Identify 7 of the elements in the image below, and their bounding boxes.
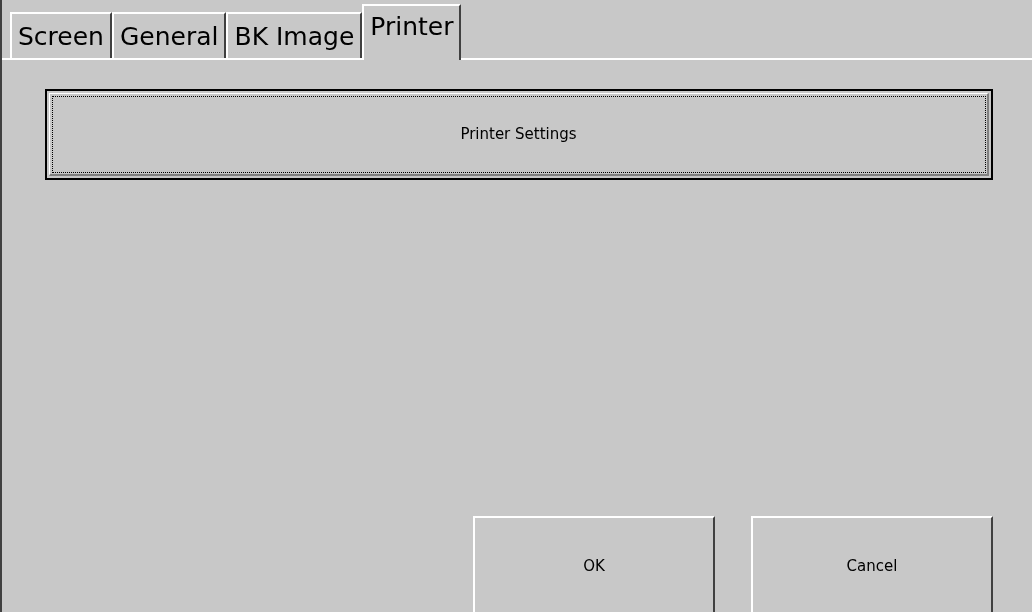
tab[interactable]: BK Image: [226, 12, 363, 58]
dialog-button[interactable]: Cancel: [751, 516, 993, 612]
tab[interactable]: Screen: [10, 12, 112, 58]
tab[interactable]: General: [111, 12, 227, 58]
tab[interactable]: Printer: [362, 4, 462, 60]
dialog-button[interactable]: OK: [473, 516, 715, 612]
printer-settings-button[interactable]: Printer Settings: [45, 89, 993, 180]
